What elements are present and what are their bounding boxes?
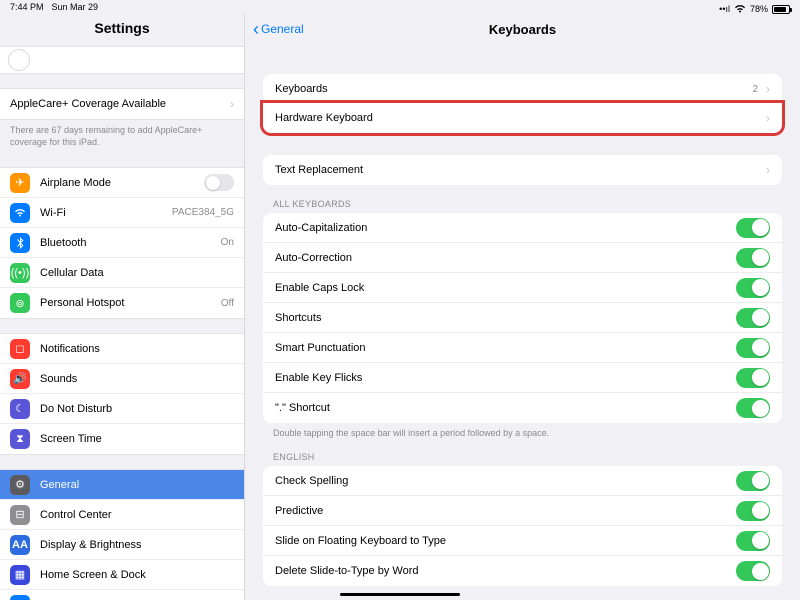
setting-row[interactable]: Slide on Floating Keyboard to Type [263, 526, 782, 556]
toggle[interactable] [736, 368, 770, 388]
setting-label: Enable Key Flicks [275, 372, 736, 384]
setting-label: Delete Slide-to-Type by Word [275, 565, 736, 577]
back-button[interactable]: ‹ General [245, 19, 304, 40]
main-panel: ‹ General Keyboards Keyboards 2 › Hardwa… [245, 14, 800, 600]
grid-icon: ▦ [10, 565, 30, 585]
chevron-left-icon: ‹ [253, 19, 259, 40]
airplane-icon: ✈ [10, 173, 30, 193]
setting-row[interactable]: Delete Slide-to-Type by Word [263, 556, 782, 586]
sidebar-item-hotspot[interactable]: ⊚ Personal Hotspot Off [0, 288, 244, 318]
wifi-icon [10, 203, 30, 223]
toggle[interactable] [736, 338, 770, 358]
setting-label: Auto-Capitalization [275, 222, 736, 234]
chevron-right-icon: › [766, 111, 770, 125]
setting-row[interactable]: Predictive [263, 496, 782, 526]
brightness-icon: AA [10, 535, 30, 555]
sidebar-item-screentime[interactable]: ⧗ Screen Time [0, 424, 244, 454]
toggle[interactable] [736, 248, 770, 268]
applecare-footer: There are 67 days remaining to add Apple… [0, 120, 244, 153]
hotspot-icon: ⊚ [10, 293, 30, 313]
toggle[interactable] [736, 561, 770, 581]
toggle[interactable] [736, 501, 770, 521]
status-bar: 7:44 PM Sun Mar 29 ••ıl 78% [0, 0, 800, 16]
bluetooth-icon [10, 233, 30, 253]
keyboards-row[interactable]: Keyboards 2 › [263, 74, 782, 104]
setting-row[interactable]: Enable Key Flicks [263, 363, 782, 393]
toggle[interactable] [736, 308, 770, 328]
status-time: 7:44 PM [10, 2, 44, 16]
setting-row[interactable]: "." Shortcut [263, 393, 782, 423]
setting-row[interactable]: Auto-Capitalization [263, 213, 782, 243]
sidebar-item-display[interactable]: AA Display & Brightness [0, 530, 244, 560]
battery-icon [772, 5, 790, 14]
toggle[interactable] [736, 531, 770, 551]
all-keyboards-header: ALL KEYBOARDS [273, 199, 772, 209]
sidebar-item-accessibility[interactable]: ☉ Accessibility [0, 590, 244, 600]
accessibility-icon: ☉ [10, 595, 30, 600]
chevron-right-icon: › [230, 97, 234, 111]
switches-icon: ⊟ [10, 505, 30, 525]
setting-label: "." Shortcut [275, 402, 736, 414]
profile-peek[interactable] [0, 46, 244, 74]
toggle[interactable] [736, 278, 770, 298]
setting-row[interactable]: Auto-Correction [263, 243, 782, 273]
toggle[interactable] [736, 398, 770, 418]
all-keyboards-footer: Double tapping the space bar will insert… [273, 428, 772, 438]
english-header: ENGLISH [273, 452, 772, 462]
applecare-row[interactable]: AppleCare+ Coverage Available › [0, 89, 244, 119]
sidebar-item-airplane[interactable]: ✈ Airplane Mode [0, 168, 244, 198]
setting-label: Auto-Correction [275, 252, 736, 264]
status-date: Sun Mar 29 [52, 2, 99, 16]
setting-row[interactable]: Enable Caps Lock [263, 273, 782, 303]
hardware-keyboard-row[interactable]: Hardware Keyboard › [263, 103, 782, 133]
setting-label: Slide on Floating Keyboard to Type [275, 535, 736, 547]
setting-row[interactable]: Check Spelling [263, 466, 782, 496]
signal-icon: ••ıl [719, 4, 730, 14]
toggle[interactable] [736, 218, 770, 238]
setting-row[interactable]: Smart Punctuation [263, 333, 782, 363]
chevron-right-icon: › [766, 163, 770, 177]
wifi-icon [734, 4, 746, 15]
sidebar-item-sounds[interactable]: 🔊 Sounds [0, 364, 244, 394]
sidebar-item-homescreen[interactable]: ▦ Home Screen & Dock [0, 560, 244, 590]
toggle[interactable] [736, 471, 770, 491]
sidebar-item-general[interactable]: ⚙ General [0, 470, 244, 500]
sidebar-item-cellular[interactable]: ((•)) Cellular Data [0, 258, 244, 288]
home-indicator[interactable] [340, 593, 460, 596]
moon-icon: ☾ [10, 399, 30, 419]
chevron-right-icon: › [766, 82, 770, 96]
text-replacement-row[interactable]: Text Replacement › [263, 155, 782, 185]
setting-label: Predictive [275, 505, 736, 517]
sidebar-item-wifi[interactable]: Wi-Fi PACE384_5G [0, 198, 244, 228]
setting-row[interactable]: Shortcuts [263, 303, 782, 333]
notifications-icon: ◻ [10, 339, 30, 359]
sounds-icon: 🔊 [10, 369, 30, 389]
setting-label: Check Spelling [275, 475, 736, 487]
setting-label: Smart Punctuation [275, 342, 736, 354]
applecare-label: AppleCare+ Coverage Available [10, 98, 224, 110]
page-title: Keyboards [245, 22, 800, 37]
sidebar-item-controlcenter[interactable]: ⊟ Control Center [0, 500, 244, 530]
sidebar-item-notifications[interactable]: ◻ Notifications [0, 334, 244, 364]
setting-label: Shortcuts [275, 312, 736, 324]
gear-icon: ⚙ [10, 475, 30, 495]
sidebar: Settings AppleCare+ Coverage Available ›… [0, 14, 245, 600]
setting-label: Enable Caps Lock [275, 282, 736, 294]
cellular-icon: ((•)) [10, 263, 30, 283]
sidebar-title: Settings [0, 14, 244, 46]
airplane-toggle[interactable] [204, 174, 234, 191]
sidebar-item-bluetooth[interactable]: Bluetooth On [0, 228, 244, 258]
battery-pct: 78% [750, 4, 768, 14]
sidebar-item-dnd[interactable]: ☾ Do Not Disturb [0, 394, 244, 424]
hourglass-icon: ⧗ [10, 429, 30, 449]
